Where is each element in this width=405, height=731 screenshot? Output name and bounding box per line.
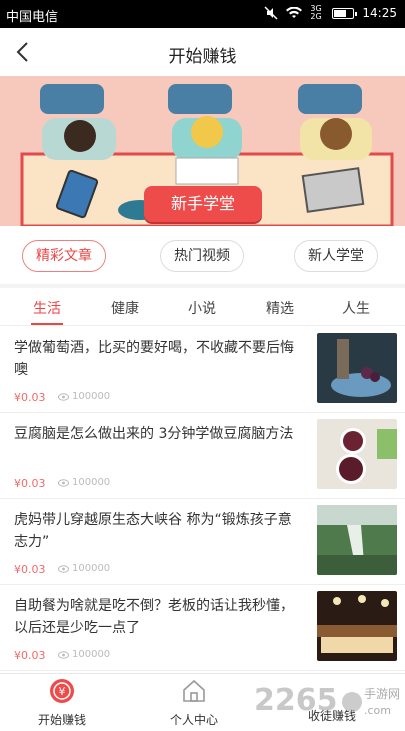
svg-text:¥: ¥ xyxy=(59,685,66,698)
bottom-tab-profile[interactable]: 个人中心 xyxy=(144,678,244,728)
tab-life-philosophy[interactable]: 人生 xyxy=(326,298,386,318)
category-videos[interactable]: 热门视频 xyxy=(160,240,244,272)
bottom-tab-label: 个人中心 xyxy=(169,713,218,727)
article-title: 豆腐脑是怎么做出来的 3分钟学做豆腐脑方法 xyxy=(14,426,294,442)
category-newbie[interactable]: 新人学堂 xyxy=(294,240,378,272)
list-item[interactable]: 学做葡萄酒，比买的要好喝，不收藏不要后悔噢 ¥0.03 100000 xyxy=(0,327,405,413)
article-title: 学做葡萄酒，比买的要好喝，不收藏不要后悔噢 xyxy=(14,340,294,378)
article-thumbnail xyxy=(317,591,397,661)
tab-health[interactable]: 健康 xyxy=(95,298,155,318)
article-views: 100000 xyxy=(58,563,110,574)
newbie-school-button[interactable]: 新手学堂 xyxy=(144,186,262,222)
bottom-tab-label: 开始赚钱 xyxy=(37,713,86,727)
article-views: 100000 xyxy=(58,477,110,488)
tab-featured[interactable]: 精选 xyxy=(250,298,310,318)
tab-indicator xyxy=(31,323,63,325)
bottom-tab-bar: ¥ 开始赚钱 个人中心 收徒赚钱 xyxy=(0,673,405,731)
tab-bar: 生活 健康 小说 精选 人生 xyxy=(0,288,405,326)
bottom-tab-label: 收徒赚钱 xyxy=(307,709,356,723)
status-time: 14:25 xyxy=(362,6,397,20)
article-price: ¥0.03 xyxy=(14,391,46,404)
eye-icon xyxy=(58,392,69,401)
home-icon xyxy=(183,679,205,702)
network-label: 3G 2G xyxy=(310,4,322,21)
list-item[interactable]: 自助餐为啥就是吃不倒？老板的话让我秒懂，以后还是少吃一点了 ¥0.03 1000… xyxy=(0,585,405,671)
eye-icon xyxy=(58,478,69,487)
list-item[interactable]: 虎妈带儿穿越原生态大峡谷 称为“锻炼孩子意志力” ¥0.03 100000 xyxy=(0,499,405,585)
bottom-tab-earn[interactable]: ¥ 开始赚钱 xyxy=(12,678,112,728)
yuan-coin-icon: ¥ xyxy=(50,679,74,703)
article-price: ¥0.03 xyxy=(14,649,46,662)
article-thumbnail xyxy=(317,419,397,489)
article-price: ¥0.03 xyxy=(14,477,46,490)
list-item[interactable]: 豆腐脑是怎么做出来的 3分钟学做豆腐脑方法 ¥0.03 100000 xyxy=(0,413,405,499)
article-views: 100000 xyxy=(58,649,110,660)
article-title: 自助餐为啥就是吃不倒？老板的话让我秒懂，以后还是少吃一点了 xyxy=(14,598,294,636)
page-title: 开始赚钱 xyxy=(168,47,237,67)
article-views: 100000 xyxy=(58,391,110,402)
tab-novel[interactable]: 小说 xyxy=(172,298,232,318)
article-thumbnail xyxy=(317,333,397,403)
eye-icon xyxy=(58,564,69,573)
mute-icon xyxy=(264,6,278,20)
article-title: 虎妈带儿穿越原生态大峡谷 称为“锻炼孩子意志力” xyxy=(14,512,292,550)
category-articles[interactable]: 精彩文章 xyxy=(22,240,106,272)
carrier-label: 中国电信 xyxy=(6,10,59,25)
apprentice-icon xyxy=(319,678,345,704)
nav-bar: 开始赚钱 xyxy=(0,28,405,76)
status-bar: 中国电信 3G 2G 14:25 xyxy=(0,0,405,28)
category-bar: 精彩文章 热门视频 新人学堂 xyxy=(0,236,405,280)
wifi-icon xyxy=(286,7,303,18)
status-icons: 3G 2G 14:25 xyxy=(264,5,397,21)
article-thumbnail xyxy=(317,505,397,575)
eye-icon xyxy=(58,650,69,659)
tab-life[interactable]: 生活 xyxy=(17,298,77,318)
battery-icon xyxy=(332,7,358,19)
bottom-tab-apprentice[interactable]: 收徒赚钱 xyxy=(282,678,382,724)
article-price: ¥0.03 xyxy=(14,563,46,576)
